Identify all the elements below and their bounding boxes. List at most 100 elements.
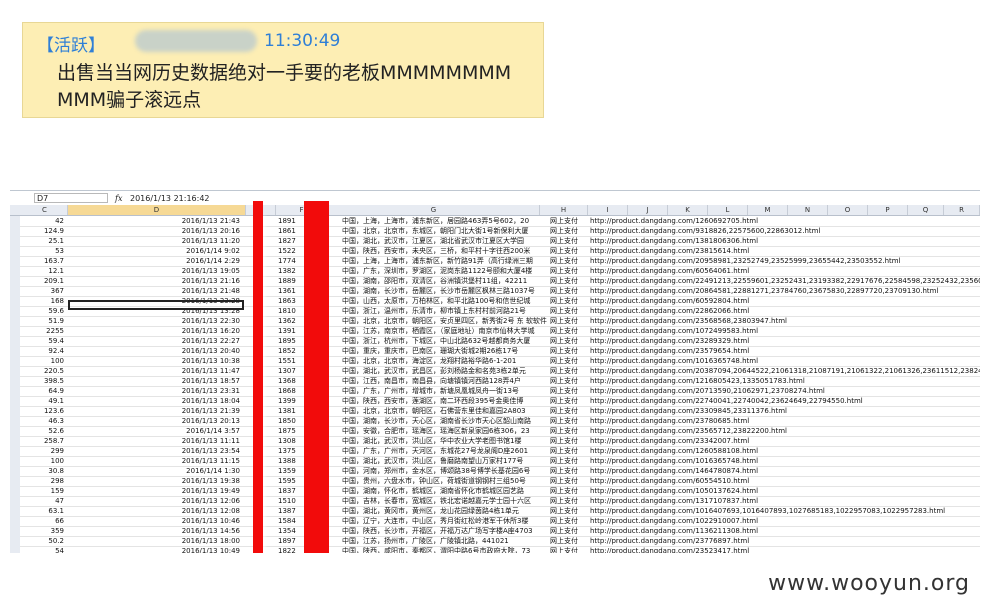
name-box[interactable]: D7 (34, 193, 108, 203)
order-time-cell[interactable]: 2016/1/13 11:47 (68, 366, 240, 376)
phone-cell[interactable]: 1584 (278, 516, 304, 526)
payment-cell[interactable]: 网上支付 (550, 546, 588, 553)
product-url-cell[interactable]: http://product.dangdang.com/20713590,210… (590, 386, 980, 396)
payment-cell[interactable]: 网上支付 (550, 316, 588, 326)
payment-cell[interactable]: 网上支付 (550, 356, 588, 366)
order-time-cell[interactable]: 2016/1/14 1:30 (68, 466, 240, 476)
row-header[interactable] (10, 246, 20, 256)
phone-cell[interactable]: 1863 (278, 296, 304, 306)
address-cell[interactable]: 中国，陕西，西安市，未央区，三桥，和平村十字往西200米 (342, 246, 548, 256)
order-amount-cell[interactable]: 12.1 (22, 266, 64, 276)
order-amount-cell[interactable]: 220.5 (22, 366, 64, 376)
product-url-cell[interactable]: http://product.dangdang.com/1136211308.h… (590, 526, 980, 536)
phone-cell[interactable]: 1381 (278, 406, 304, 416)
row-header[interactable] (10, 276, 20, 286)
column-header-o[interactable]: O (828, 205, 868, 215)
row-header[interactable] (10, 546, 20, 553)
payment-cell[interactable]: 网上支付 (550, 236, 588, 246)
order-amount-cell[interactable]: 63.1 (22, 506, 64, 516)
address-cell[interactable]: 中国，湖北，武汉市，江夏区，湖北省武汉市江夏区大学园 (342, 236, 548, 246)
phone-cell[interactable]: 1850 (278, 416, 304, 426)
address-cell[interactable]: 中国，湖北，武汉市，洪山区，华中农业大学老图书馆1楼 (342, 436, 548, 446)
product-url-cell[interactable]: http://product.dangdang.com/1050137624.h… (590, 486, 980, 496)
product-url-cell[interactable]: http://product.dangdang.com/1016365748.h… (590, 356, 980, 366)
order-time-cell[interactable]: 2016/1/14 3:57 (68, 426, 240, 436)
address-cell[interactable]: 中国，浙江，杭州市，下城区，中山北路632号越都商务大厦 (342, 336, 548, 346)
order-time-cell[interactable]: 2016/1/13 20:13 (68, 416, 240, 426)
order-amount-cell[interactable]: 2255 (22, 326, 64, 336)
phone-cell[interactable]: 1889 (278, 276, 304, 286)
order-amount-cell[interactable]: 52.6 (22, 426, 64, 436)
order-amount-cell[interactable]: 51.9 (22, 316, 64, 326)
column-header-h[interactable]: H (540, 205, 588, 215)
phone-cell[interactable]: 1774 (278, 256, 304, 266)
column-header-c[interactable]: C (22, 205, 68, 215)
phone-cell[interactable]: 1897 (278, 536, 304, 546)
order-time-cell[interactable]: 2016/1/13 21:48 (68, 286, 240, 296)
payment-cell[interactable]: 网上支付 (550, 506, 588, 516)
product-url-cell[interactable]: http://product.dangdang.com/1016407693,1… (590, 506, 980, 516)
payment-cell[interactable]: 网上支付 (550, 376, 588, 386)
order-time-cell[interactable]: 2016/1/13 22:30 (68, 316, 240, 326)
product-url-cell[interactable]: http://product.dangdang.com/23289329.htm… (590, 336, 980, 346)
row-header[interactable] (10, 356, 20, 366)
product-url-cell[interactable]: http://product.dangdang.com/23568568,238… (590, 316, 980, 326)
payment-cell[interactable]: 网上支付 (550, 246, 588, 256)
payment-cell[interactable]: 网上支付 (550, 286, 588, 296)
order-time-cell[interactable]: 2016/1/13 10:38 (68, 356, 240, 366)
payment-cell[interactable]: 网上支付 (550, 296, 588, 306)
phone-cell[interactable]: 1827 (278, 236, 304, 246)
address-cell[interactable]: 中国，湖南，长沙市，天心区，湖南省长沙市天心区韶山南路 (342, 416, 548, 426)
phone-cell[interactable]: 1551 (278, 356, 304, 366)
payment-cell[interactable]: 网上支付 (550, 256, 588, 266)
phone-cell[interactable]: 1861 (278, 226, 304, 236)
phone-cell[interactable]: 1822 (278, 546, 304, 553)
payment-cell[interactable]: 网上支付 (550, 516, 588, 526)
payment-cell[interactable]: 网上支付 (550, 426, 588, 436)
order-time-cell[interactable]: 2016/1/13 20:16 (68, 226, 240, 236)
product-url-cell[interactable]: http://product.dangdang.com/60554510.htm… (590, 476, 980, 486)
order-amount-cell[interactable]: 298 (22, 476, 64, 486)
phone-cell[interactable]: 1810 (278, 306, 304, 316)
address-cell[interactable]: 中国，江西，南昌市，南昌县，向塘镇镇河西路128弄4户 (342, 376, 548, 386)
order-amount-cell[interactable]: 258.7 (22, 436, 64, 446)
phone-cell[interactable]: 1307 (278, 366, 304, 376)
row-header[interactable] (10, 366, 20, 376)
order-time-cell[interactable]: 2016/1/13 23:54 (68, 446, 240, 456)
address-cell[interactable]: 中国，江苏，扬州市，广陵区，广陵镇北路，441021 (342, 536, 548, 546)
row-header[interactable] (10, 376, 20, 386)
address-cell[interactable]: 中国，北京，北京市，朝阳区，安贞里四区，新秀街2号 东 软软件 (342, 316, 548, 326)
order-time-cell[interactable]: 2016/1/13 11:15 (68, 456, 240, 466)
order-time-cell[interactable]: 2016/1/13 21:43 (68, 216, 240, 226)
order-amount-cell[interactable]: 367 (22, 286, 64, 296)
order-time-cell[interactable]: 2016/1/13 19:49 (68, 486, 240, 496)
phone-cell[interactable]: 1595 (278, 476, 304, 486)
product-url-cell[interactable]: http://product.dangdang.com/1022910007.h… (590, 516, 980, 526)
payment-cell[interactable]: 网上支付 (550, 416, 588, 426)
row-header[interactable] (10, 466, 20, 476)
address-cell[interactable]: 中国，重庆，重庆市，巴南区，珊瑚大街城2期26栋17号 (342, 346, 548, 356)
phone-cell[interactable]: 1375 (278, 446, 304, 456)
product-url-cell[interactable]: http://product.dangdang.com/20864581,228… (590, 286, 980, 296)
column-header-p[interactable]: P (868, 205, 908, 215)
order-amount-cell[interactable]: 100 (22, 456, 64, 466)
order-amount-cell[interactable]: 59.6 (22, 306, 64, 316)
order-time-cell[interactable]: 2016/1/13 21:16 (68, 276, 240, 286)
order-time-cell[interactable]: 2016/1/13 18:04 (68, 396, 240, 406)
order-amount-cell[interactable]: 25.1 (22, 236, 64, 246)
order-amount-cell[interactable]: 64.9 (22, 386, 64, 396)
order-amount-cell[interactable]: 168 (22, 296, 64, 306)
order-amount-cell[interactable]: 398.5 (22, 376, 64, 386)
address-cell[interactable]: 中国，贵州，六盘水市，钟山区，荷城街道钢钢村三组50号 (342, 476, 548, 486)
order-amount-cell[interactable]: 47 (22, 496, 64, 506)
order-amount-cell[interactable]: 359 (22, 526, 64, 536)
phone-cell[interactable]: 1359 (278, 466, 304, 476)
order-amount-cell[interactable]: 53 (22, 246, 64, 256)
order-time-cell[interactable]: 2016/1/13 12:08 (68, 506, 240, 516)
function-icon[interactable]: fx (115, 193, 122, 204)
order-amount-cell[interactable]: 50.2 (22, 536, 64, 546)
payment-cell[interactable]: 网上支付 (550, 496, 588, 506)
phone-cell[interactable]: 1895 (278, 336, 304, 346)
order-amount-cell[interactable]: 30.8 (22, 466, 64, 476)
product-url-cell[interactable]: http://product.dangdang.com/22740041,227… (590, 396, 980, 406)
